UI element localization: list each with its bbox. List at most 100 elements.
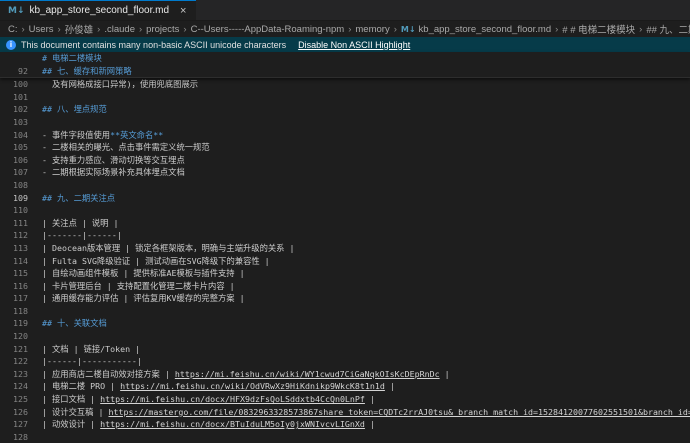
sticky-line[interactable]: 92 ## 七、缓存和新网策略 [0, 65, 690, 78]
code-line[interactable]: 103 [0, 116, 690, 129]
line-text[interactable]: | 应用商店二楼自动效对接方案 | https://mi.feishu.cn/w… [42, 368, 690, 381]
code-line[interactable]: 106 - 支持重力感应、滑动切换等交互埋点 [0, 154, 690, 167]
unicode-warning-bar: i This document contains many non-basic … [0, 37, 690, 52]
line-number: 112 [13, 230, 28, 241]
line-text[interactable]: - 二期根据实际场景补充具体埋点文档 [42, 166, 690, 179]
line-number: 113 [13, 242, 28, 253]
line-text[interactable]: # 电梯二楼模块 [42, 52, 690, 65]
line-number: 120 [13, 331, 28, 342]
line-number: 128 [13, 431, 28, 442]
tab-bar: M↓ kb_app_store_second_floor.md × [0, 0, 690, 21]
chevron-right-icon: › [348, 23, 352, 35]
line-text[interactable]: - 支持重力感应、滑动切换等交互埋点 [42, 154, 690, 167]
code-line[interactable]: 115 | 自绘动画组件模板 | 提供标准AE模板与插件支持 | [0, 267, 690, 280]
line-number: 124 [13, 381, 28, 392]
line-text[interactable]: | 接口文档 | https://mi.feishu.cn/docx/HFX9d… [42, 393, 690, 406]
line-number: 119 [13, 318, 28, 329]
code-line[interactable]: 109 ## 九、二期关注点 [0, 192, 690, 205]
breadcrumb-item[interactable]: .claude [104, 24, 135, 35]
code-line[interactable]: 118 [0, 305, 690, 318]
line-text[interactable] [42, 330, 690, 343]
code-line[interactable]: 110 [0, 204, 690, 217]
line-text[interactable]: | 动效设计 | https://mi.feishu.cn/docx/BTuId… [42, 418, 690, 431]
disable-highlight-link[interactable]: Disable Non ASCII Highlight [298, 40, 410, 50]
breadcrumb-item[interactable]: projects [146, 24, 179, 35]
line-text[interactable]: | Deocean版本管理 | 锁定各框架版本，明确与主端升级的关系 | [42, 242, 690, 255]
line-text[interactable] [42, 305, 690, 318]
code-line[interactable]: 125 | 接口文档 | https://mi.feishu.cn/docx/HF… [0, 393, 690, 406]
line-number: 123 [13, 368, 28, 379]
line-text[interactable]: | 通用缓存能力评估 | 评估复用KV缓存的完整方案 | [42, 292, 690, 305]
line-text[interactable] [42, 431, 690, 443]
breadcrumb-item[interactable]: C: [8, 24, 18, 35]
code-line[interactable]: 111 | 关注点 | 说明 | [0, 217, 690, 230]
line-number: 107 [13, 167, 28, 178]
editor-tab[interactable]: M↓ kb_app_store_second_floor.md × [0, 0, 197, 20]
breadcrumb-item[interactable]: 孙俊雄 [65, 22, 94, 36]
code-line[interactable]: 126 | 设计交互稿 | https://mastergo.com/file/0… [0, 406, 690, 419]
line-text[interactable]: | 自绘动画组件模板 | 提供标准AE模板与插件支持 | [42, 267, 690, 280]
code-line[interactable]: 107 - 二期根据实际场景补充具体埋点文档 [0, 166, 690, 179]
code-line[interactable]: 123 | 应用商店二楼自动效对接方案 | https://mi.feishu.c… [0, 368, 690, 381]
breadcrumb-item[interactable]: C--Users-----AppData-Roaming-npm [191, 24, 345, 35]
line-text[interactable]: | 电梯二楼 PRO | https://mi.feishu.cn/wiki/O… [42, 380, 690, 393]
breadcrumb-file[interactable]: kb_app_store_second_floor.md [419, 24, 552, 35]
sticky-scroll-header[interactable]: # 电梯二楼模块 92 ## 七、缓存和新网策略 [0, 52, 690, 79]
code-line[interactable]: 102 ## 八、埋点规范 [0, 103, 690, 116]
line-number: 126 [13, 406, 28, 417]
line-text[interactable]: - 二楼相关的曝光、点击事件需定义统一规范 [42, 141, 690, 154]
line-number: 127 [13, 419, 28, 430]
code-line[interactable]: 104 - 事件字段值使用**英文命名** [0, 129, 690, 142]
line-text[interactable]: |-------|------| [42, 229, 690, 242]
line-text[interactable]: |------|-----------| [42, 355, 690, 368]
sticky-line[interactable]: # 电梯二楼模块 [0, 52, 690, 65]
line-text[interactable] [42, 116, 690, 129]
line-number: 117 [13, 293, 28, 304]
close-icon[interactable]: × [180, 5, 186, 17]
line-text[interactable] [42, 204, 690, 217]
code-line[interactable]: 117 | 通用缓存能力评估 | 评估复用KV缓存的完整方案 | [0, 292, 690, 305]
code-line[interactable]: 119 ## 十、关联文档 [0, 317, 690, 330]
code-line[interactable]: 113 | Deocean版本管理 | 锁定各框架版本，明确与主端升级的关系 | [0, 242, 690, 255]
line-text[interactable]: 及有网格成接口异常)，使用兜底图展示 [42, 78, 690, 91]
code-line[interactable]: 105 - 二楼相关的曝光、点击事件需定义统一规范 [0, 141, 690, 154]
line-text[interactable]: ## 八、埋点规范 [42, 103, 690, 116]
line-number: 125 [13, 394, 28, 405]
code-line[interactable]: 124 | 电梯二楼 PRO | https://mi.feishu.cn/wik… [0, 380, 690, 393]
editor[interactable]: # 电梯二楼模块 92 ## 七、缓存和新网策略 100 及有网格成接口异常)，使用… [0, 52, 690, 443]
line-text[interactable]: | 文档 | 链接/Token | [42, 343, 690, 356]
line-text[interactable]: | 关注点 | 说明 | [42, 217, 690, 230]
code-line[interactable]: 128 [0, 431, 690, 443]
code-line[interactable]: 100 及有网格成接口异常)，使用兜底图展示 [0, 78, 690, 91]
code-line[interactable]: 127 | 动效设计 | https://mi.feishu.cn/docx/BT… [0, 418, 690, 431]
tab-title: kb_app_store_second_floor.md [29, 5, 170, 16]
code-line[interactable]: 116 | 卡片管理后台 | 支持配置化管理二楼卡片内容 | [0, 280, 690, 293]
code-line[interactable]: 108 [0, 179, 690, 192]
line-text[interactable]: | 卡片管理后台 | 支持配置化管理二楼卡片内容 | [42, 280, 690, 293]
chevron-right-icon: › [639, 23, 643, 35]
line-text[interactable] [42, 179, 690, 192]
code-line[interactable]: 122 |------|-----------| [0, 355, 690, 368]
breadcrumb-item[interactable]: memory [355, 24, 389, 35]
line-text[interactable]: | Fulta SVG降级验证 | 测试动画在SVG降级下的兼容性 | [42, 255, 690, 268]
breadcrumb-symbol[interactable]: ## 九、二期关注点 [646, 22, 690, 36]
breadcrumb-symbol[interactable]: # # 电梯二楼模块 [562, 22, 635, 36]
line-number: 122 [13, 356, 28, 367]
line-text[interactable]: | 设计交互稿 | https://mastergo.com/file/0832… [42, 406, 690, 419]
line-text[interactable]: ## 十、关联文档 [42, 317, 690, 330]
line-number: 102 [13, 104, 28, 115]
line-number: 118 [13, 305, 28, 316]
code-line[interactable]: 121 | 文档 | 链接/Token | [0, 343, 690, 356]
line-text[interactable]: - 事件字段值使用**英文命名** [42, 129, 690, 142]
line-text[interactable] [42, 91, 690, 104]
line-text[interactable]: ## 九、二期关注点 [42, 192, 690, 205]
line-text[interactable]: ## 七、缓存和新网策略 [42, 65, 690, 78]
code-lines[interactable]: 100 及有网格成接口异常)，使用兜底图展示 101 102 ## 八、埋点规范 103… [0, 78, 690, 443]
code-line[interactable]: 120 [0, 330, 690, 343]
chevron-right-icon: › [57, 23, 61, 35]
code-line[interactable]: 114 | Fulta SVG降级验证 | 测试动画在SVG降级下的兼容性 | [0, 255, 690, 268]
info-icon: i [6, 39, 16, 50]
breadcrumb-item[interactable]: Users [29, 24, 54, 35]
code-line[interactable]: 101 [0, 91, 690, 104]
code-line[interactable]: 112 |-------|------| [0, 229, 690, 242]
